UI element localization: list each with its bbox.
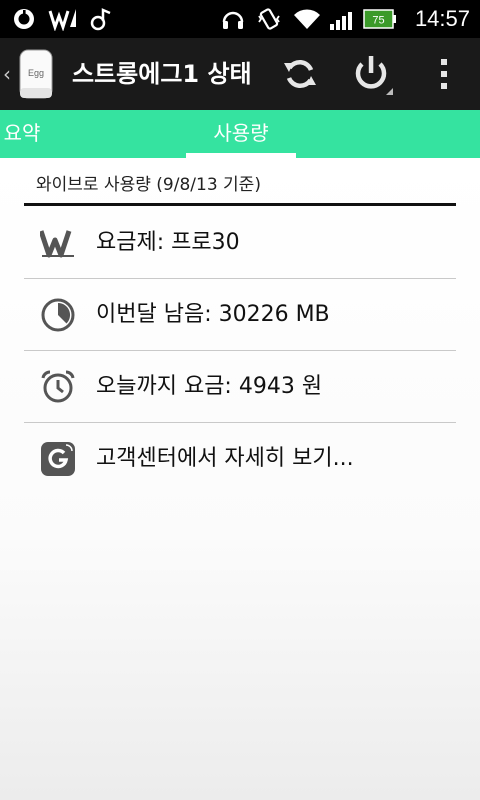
- list-item-remaining[interactable]: 이번달 남음: 30226 MB: [24, 279, 456, 351]
- tab-strip: 요약 사용량: [0, 110, 480, 158]
- music-note-icon: [88, 6, 114, 32]
- list-item-charge[interactable]: 오늘까지 요금: 4943 원: [24, 351, 456, 423]
- action-bar: ‹ Egg 스트롱에그1 상태: [0, 38, 480, 110]
- overflow-menu-button[interactable]: [418, 48, 470, 100]
- power-button[interactable]: [346, 48, 398, 100]
- headset-icon: [218, 6, 248, 32]
- battery-level-text: 75: [372, 15, 384, 27]
- refresh-button[interactable]: [274, 48, 326, 100]
- section-divider: [24, 203, 456, 206]
- vibrate-icon: [254, 6, 284, 32]
- signal-w-icon: [46, 6, 80, 32]
- overflow-menu-icon: [441, 59, 447, 89]
- section-header: 와이브로 사용량 (9/8/13 기준): [36, 175, 261, 195]
- status-bar: 75 14:57: [0, 0, 480, 38]
- page-title: 스트롱에그1 상태: [72, 60, 252, 88]
- tab-usage[interactable]: 사용량: [186, 110, 296, 158]
- up-caret-icon[interactable]: ‹: [0, 60, 14, 88]
- power-icon: [355, 56, 393, 95]
- status-time: 14:57: [414, 6, 470, 31]
- refresh-icon: [284, 60, 316, 88]
- wibro-w-icon: [40, 225, 76, 261]
- plan-label: 요금제: 프로30: [96, 230, 240, 255]
- wifi-icon: [290, 6, 324, 32]
- app-egg-icon[interactable]: Egg: [18, 48, 54, 100]
- usage-panel: 와이브로 사용량 (9/8/13 기준) 요금제: 프로30 이번달 남음: 3…: [0, 158, 480, 800]
- battery-icon: 75: [362, 6, 398, 32]
- support-label: 고객센터에서 자세히 보기...: [96, 446, 354, 471]
- pie-clock-icon: [40, 297, 76, 333]
- support-logo-icon: [40, 441, 76, 477]
- list-item-plan[interactable]: 요금제: 프로30: [24, 207, 456, 279]
- tab-summary[interactable]: 요약: [0, 110, 52, 158]
- charge-label: 오늘까지 요금: 4943 원: [96, 374, 323, 399]
- alarm-clock-icon: [40, 369, 76, 405]
- list-item-support[interactable]: 고객센터에서 자세히 보기...: [24, 423, 456, 495]
- beats-audio-icon: [10, 6, 38, 32]
- remaining-label: 이번달 남음: 30226 MB: [96, 302, 330, 327]
- app-icon-label: Egg: [28, 68, 44, 78]
- cell-signal-icon: [328, 6, 358, 32]
